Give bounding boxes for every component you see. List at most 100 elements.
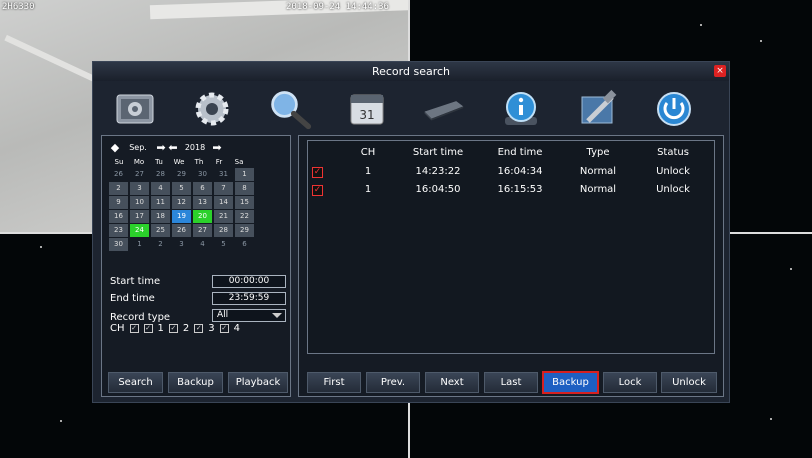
close-button[interactable]: × [714,65,726,77]
backup-button[interactable]: Backup [542,371,599,394]
svg-text:31: 31 [359,108,374,122]
next-year-arrow-icon[interactable]: ➡ [211,141,223,154]
channel-3-checkbox[interactable]: ✓ [194,324,204,333]
calendar-day[interactable]: 27 [193,224,212,237]
power-icon[interactable] [652,88,696,130]
calendar-day[interactable]: 5 [172,182,191,195]
cell-ch: 1 [364,166,372,177]
next-button[interactable]: Next [425,372,479,393]
calendar-day[interactable]: 1 [130,238,149,251]
dialog-title: Record search [371,65,451,78]
calendar: ◆ Sep. ➡ ⬅ 2018 ➡ Su Mo Tu We Th Fr Sa 26 27 28 2… [109,138,283,268]
calendar-day[interactable]: 9 [109,196,128,209]
col-end-time: End time [497,147,543,158]
col-type: Type [586,147,610,158]
calendar-day[interactable]: 26 [109,168,128,181]
end-time-input[interactable]: 23:59:59 [212,292,286,305]
calendar-day[interactable]: 11 [151,196,170,209]
channel-label: 3 [208,323,215,334]
calendar-day[interactable]: 14 [214,196,233,209]
calendar-day[interactable]: 12 [172,196,191,209]
calendar-day[interactable]: 21 [214,210,233,223]
calendar-day[interactable]: 29 [235,224,254,237]
all-channels-checkbox[interactable]: ✓ [129,324,139,333]
channel-2-checkbox[interactable]: ✓ [168,324,178,333]
cell-start: 14:23:22 [415,166,461,177]
record-type-label: Record type [110,312,171,323]
backup-button-left[interactable]: Backup [168,372,223,393]
search-button[interactable]: Search [108,372,163,393]
calendar-day[interactable]: 24 [130,224,149,237]
results-panel: CH Start time End time Type Status ✓ 1 1… [298,135,724,397]
calendar-day[interactable]: 28 [214,224,233,237]
calendar-day[interactable]: 15 [235,196,254,209]
calendar-day[interactable]: 1 [235,168,254,181]
calendar-day[interactable]: 6 [235,238,254,251]
calendar-day[interactable]: 13 [193,196,212,209]
row-checkbox[interactable]: ✓ [312,185,323,196]
row-checkbox[interactable]: ✓ [312,167,323,178]
hdd-icon[interactable] [421,88,465,130]
calendar-day[interactable]: 30 [193,168,212,181]
calendar-day[interactable]: 30 [109,238,128,251]
weekday-label: Fr [215,157,223,166]
first-button[interactable]: First [307,372,361,393]
system-settings-icon[interactable] [113,88,157,130]
month-label: Sep. [129,142,147,152]
table-row[interactable]: ✓ 1 14:23:22 16:04:34 Normal Unlock [308,166,714,182]
table-row[interactable]: ✓ 1 16:04:50 16:15:53 Normal Unlock [308,184,714,200]
next-month-arrow-icon[interactable]: ➡ [155,141,167,154]
calendar-day[interactable]: 2 [109,182,128,195]
calendar-day[interactable]: 3 [130,182,149,195]
calendar-day[interactable]: 23 [109,224,128,237]
channel-4-checkbox[interactable]: ✓ [219,324,229,333]
results-table: CH Start time End time Type Status ✓ 1 1… [307,140,715,354]
calendar-day[interactable]: 20 [193,210,212,223]
calendar-day[interactable]: 17 [130,210,149,223]
prev-month-arrow-icon[interactable]: ◆ [109,141,121,154]
noise-dot [700,24,702,26]
lock-button[interactable]: Lock [603,372,657,393]
unlock-button[interactable]: Unlock [661,372,717,393]
calendar-day[interactable]: 5 [214,238,233,251]
channel-label: 2 [182,323,190,334]
calendar-day[interactable]: 31 [214,168,233,181]
calendar-day[interactable]: 25 [151,224,170,237]
calendar-day[interactable]: 26 [172,224,191,237]
channel-1-checkbox[interactable]: ✓ [143,324,153,333]
calendar-day[interactable]: 10 [130,196,149,209]
noise-dot [770,418,772,420]
calendar-day[interactable]: 29 [172,168,191,181]
calendar-icon[interactable]: 31 [345,88,389,130]
last-button[interactable]: Last [484,372,538,393]
playback-button[interactable]: Playback [228,372,288,393]
calendar-day[interactable]: 8 [235,182,254,195]
info-icon[interactable] [499,88,543,130]
calendar-day[interactable]: 6 [193,182,212,195]
calendar-day[interactable]: 4 [193,238,212,251]
calendar-day[interactable]: 27 [130,168,149,181]
chevron-down-icon [272,313,282,318]
calendar-day[interactable]: 4 [151,182,170,195]
prev-year-arrow-icon[interactable]: ⬅ [167,141,179,154]
calendar-day[interactable]: 19 [172,210,191,223]
weekday-label: We [173,157,185,166]
gear-icon[interactable] [190,88,234,130]
end-time-label: End time [110,293,155,304]
start-time-input[interactable]: 00:00:00 [212,275,286,288]
weekday-label: Mo [133,157,145,166]
search-icon[interactable] [268,88,312,130]
calendar-day[interactable]: 2 [151,238,170,251]
calendar-day[interactable]: 22 [235,210,254,223]
weekday-header: Su Mo Tu We Th Fr Sa [109,156,283,167]
cell-end: 16:15:53 [497,184,543,195]
record-type-select[interactable]: All [212,309,286,322]
calendar-day[interactable]: 7 [214,182,233,195]
calendar-day[interactable]: 3 [172,238,191,251]
calendar-day[interactable]: 16 [109,210,128,223]
record-type-value: All [217,310,229,320]
calendar-day[interactable]: 18 [151,210,170,223]
tools-icon[interactable] [576,88,620,130]
calendar-day[interactable]: 28 [151,168,170,181]
prev-button[interactable]: Prev. [366,372,420,393]
